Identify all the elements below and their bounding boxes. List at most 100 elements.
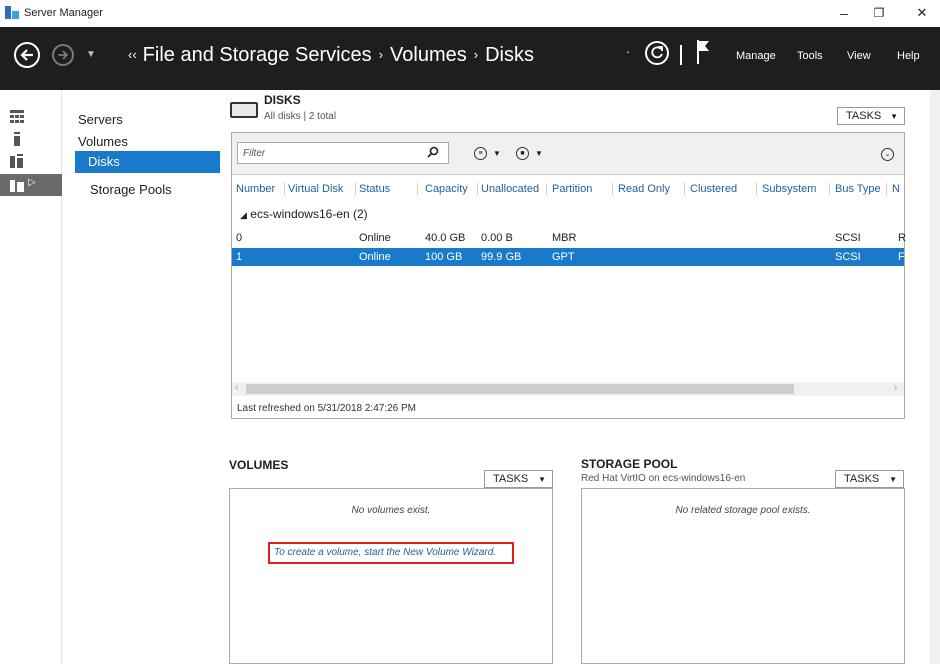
no-storage-pool-text: No related storage pool exists. <box>675 505 811 516</box>
column-header-subsystem[interactable]: Subsystem <box>762 183 816 195</box>
disks-tasks-button[interactable]: TASKS ▼ <box>837 107 905 125</box>
breadcrumb-lead-icon: ‹‹ <box>128 47 137 62</box>
refresh-icon[interactable] <box>645 41 669 65</box>
filter-input[interactable]: Filter <box>237 142 449 164</box>
column-header-status[interactable]: Status <box>359 183 390 195</box>
file-storage-icon <box>10 180 24 192</box>
search-icon[interactable] <box>427 146 439 158</box>
cell-bus-type: SCSI <box>835 232 861 244</box>
column-header-clustered[interactable]: Clustered <box>690 183 737 195</box>
scroll-left-icon[interactable]: ‹ <box>235 382 238 393</box>
column-header-number[interactable]: Number <box>236 183 275 195</box>
column-divider <box>284 183 285 195</box>
subnav-item-servers[interactable]: Servers <box>78 112 123 127</box>
dashboard-icon[interactable] <box>10 110 24 124</box>
column-divider <box>829 183 830 195</box>
disks-subtitle: All disks | 2 total <box>264 111 337 122</box>
file-storage-services-tab[interactable]: ▷ <box>0 174 62 196</box>
chevron-down-icon[interactable]: ▼ <box>535 149 543 158</box>
table-row[interactable]: 0 Online 40.0 GB 0.00 B MBR SCSI R <box>232 229 906 247</box>
cell-n: R <box>898 232 906 244</box>
column-header-unallocated[interactable]: Unallocated <box>481 183 539 195</box>
last-refreshed-text: Last refreshed on 5/31/2018 2:47:26 PM <box>237 403 417 414</box>
window-titlebar: Server Manager – ❐ ✕ <box>0 0 940 27</box>
chevron-down-icon: ▼ <box>889 475 897 484</box>
server-group[interactable]: ◢ ecs-windows16-en (2) <box>240 207 368 221</box>
column-divider <box>886 183 887 195</box>
column-header-capacity[interactable]: Capacity <box>425 183 468 195</box>
expand-arrow-icon: ▷ <box>28 177 36 188</box>
volumes-title: VOLUMES <box>229 458 289 472</box>
history-dropdown-icon[interactable]: ▼ <box>86 49 96 60</box>
storage-pool-tasks-button[interactable]: TASKS ▼ <box>835 470 904 488</box>
volumes-tasks-button[interactable]: TASKS ▼ <box>484 470 553 488</box>
tasks-label: TASKS <box>493 473 529 485</box>
back-button[interactable] <box>14 42 40 68</box>
column-header-partition[interactable]: Partition <box>552 183 592 195</box>
column-header-bus-type[interactable]: Bus Type <box>835 183 881 195</box>
cell-capacity: 100 GB <box>425 251 463 263</box>
breadcrumb-file-storage[interactable]: File and Storage Services <box>143 44 372 66</box>
cell-unallocated: 99.9 GB <box>481 251 522 263</box>
column-divider <box>684 183 685 195</box>
cell-number: 1 <box>236 251 243 263</box>
cell-partition: MBR <box>552 232 577 244</box>
navigation-bar: ▼ ‹‹ File and Storage Services › Volumes › Di… <box>0 27 940 90</box>
cell-unallocated: 0.00 B <box>481 232 513 244</box>
minimize-button[interactable]: – <box>832 3 856 23</box>
cell-status: Online <box>359 232 391 244</box>
scrollbar-thumb[interactable] <box>246 384 794 394</box>
chevron-down-icon: ▼ <box>538 475 546 484</box>
close-button[interactable]: ✕ <box>910 3 934 23</box>
window-title: Server Manager <box>24 7 103 19</box>
all-servers-icon[interactable] <box>10 154 24 168</box>
column-divider <box>477 183 478 195</box>
menu-help[interactable]: Help <box>897 50 920 62</box>
disk-drive-icon <box>230 102 258 118</box>
tasks-label: TASKS <box>846 110 882 122</box>
refresh-dropdown[interactable]: · <box>626 44 630 59</box>
cell-bus-type: SCSI <box>835 251 861 263</box>
disks-panel: Filter ≡ ▼ ■ ▼ ⌄ Number Virtual Disk Sta… <box>231 132 906 419</box>
arrow-right-icon <box>58 50 69 60</box>
breadcrumb-separator: › <box>473 47 479 62</box>
filter-bar: Filter ≡ ▼ ■ ▼ ⌄ <box>232 133 904 175</box>
main-content: DISKS All disks | 2 total TASKS ▼ Filter … <box>220 90 930 664</box>
server-group-label: ecs-windows16-en (2) <box>250 207 368 221</box>
chevron-down-icon: ▼ <box>890 112 898 121</box>
column-header-virtual-disk[interactable]: Virtual Disk <box>288 183 343 195</box>
save-query-icon[interactable]: ■ <box>516 147 529 160</box>
arrow-left-icon <box>20 49 33 61</box>
horizontal-scrollbar[interactable]: ‹ › <box>232 382 904 396</box>
table-row[interactable]: 1 Online 100 GB 99.9 GB GPT SCSI F <box>232 248 905 266</box>
subnav-item-storage-pools[interactable]: Storage Pools <box>90 182 172 197</box>
menu-manage[interactable]: Manage <box>736 50 776 62</box>
column-divider <box>546 183 547 195</box>
column-header-read-only[interactable]: Read Only <box>618 183 670 195</box>
expand-icon[interactable]: ⌄ <box>881 148 894 161</box>
restore-button[interactable]: ❐ <box>867 3 891 23</box>
chevron-down-icon[interactable]: ▼ <box>493 149 501 158</box>
divider <box>680 45 682 65</box>
breadcrumb-volumes[interactable]: Volumes <box>390 44 467 66</box>
server-manager-icon <box>5 6 19 19</box>
menu-tools[interactable]: Tools <box>797 50 823 62</box>
new-volume-wizard-link[interactable]: To create a volume, start the New Volume… <box>268 542 514 564</box>
column-header-n[interactable]: N <box>892 183 900 195</box>
subnav-item-volumes[interactable]: Volumes <box>78 134 128 149</box>
breadcrumb-separator: › <box>378 47 384 62</box>
vertical-scrollbar[interactable] <box>930 90 940 664</box>
no-volumes-text: No volumes exist. <box>351 505 431 516</box>
scroll-right-icon[interactable]: › <box>894 382 897 393</box>
disks-title: DISKS <box>264 93 301 107</box>
subnav: Servers Volumes Disks Storage Pools <box>62 90 267 664</box>
notifications-flag-icon[interactable] <box>696 40 710 64</box>
menu-view[interactable]: View <box>847 50 871 62</box>
local-server-icon[interactable] <box>10 132 24 146</box>
collapse-triangle-icon: ◢ <box>240 210 247 220</box>
list-options-icon[interactable]: ≡ <box>474 147 487 160</box>
left-rail: ▷ <box>0 90 62 664</box>
forward-button[interactable] <box>52 44 74 66</box>
storage-pool-title: STORAGE POOL <box>581 457 678 471</box>
column-divider <box>612 183 613 195</box>
